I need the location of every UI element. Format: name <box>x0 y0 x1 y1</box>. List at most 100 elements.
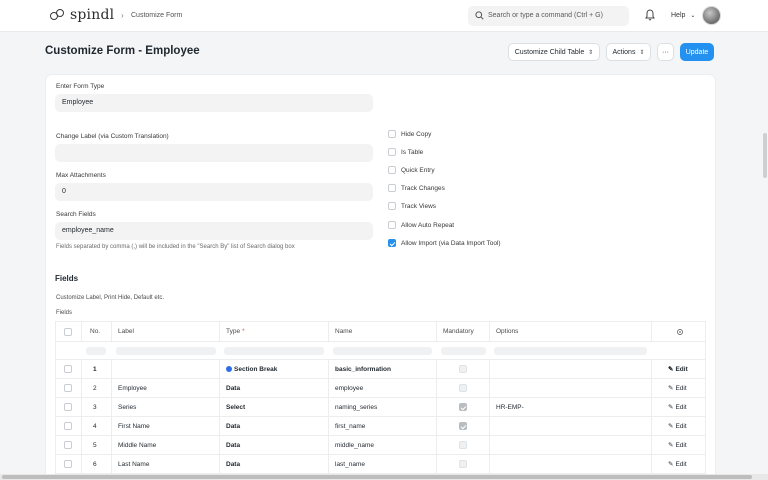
row-type[interactable]: Data <box>219 379 328 397</box>
row-edit[interactable]: ✎ Edit <box>651 436 707 454</box>
form-type-input[interactable]: Employee <box>55 94 373 112</box>
row-name[interactable]: employee <box>328 379 436 397</box>
settings-icon[interactable] <box>676 328 684 336</box>
row-name[interactable]: first_name <box>328 417 436 435</box>
row-edit[interactable]: ✎ Edit <box>651 360 707 378</box>
fields-section-title: Fields <box>55 274 79 283</box>
horizontal-scrollbar[interactable] <box>0 474 768 480</box>
select-all-checkbox[interactable] <box>64 327 72 336</box>
check-hide-copy[interactable]: Hide Copy <box>388 130 431 138</box>
search-bar[interactable]: Search or type a command (Ctrl + G) <box>468 6 629 26</box>
table-row[interactable]: 1 Section Break basic_information ✎ Edit <box>55 360 706 379</box>
table-row[interactable]: 5 Middle Name Data middle_name ✎ Edit <box>55 436 706 455</box>
navbar: spindl › Customize Form Search or type a… <box>0 0 768 32</box>
mandatory-checkbox[interactable] <box>459 384 467 392</box>
filter-no[interactable] <box>86 347 106 355</box>
filter-label[interactable] <box>116 347 216 355</box>
check-allow-import[interactable]: Allow Import (via Data Import Tool) <box>388 239 501 247</box>
search-fields-hint: Fields separated by comma (,) will be in… <box>56 244 295 250</box>
more-options-button[interactable]: ··· <box>657 43 674 61</box>
checkbox[interactable] <box>388 202 396 210</box>
row-type[interactable]: Data <box>219 436 328 454</box>
table-row[interactable]: 2 Employee Data employee ✎ Edit <box>55 379 706 398</box>
row-checkbox[interactable] <box>64 365 72 373</box>
checkbox[interactable] <box>388 130 396 138</box>
mandatory-checkbox-checked[interactable] <box>459 422 467 430</box>
fields-section-subtitle: Customize Label, Print Hide, Default etc… <box>56 295 165 301</box>
mandatory-checkbox[interactable] <box>459 441 467 449</box>
check-track-changes[interactable]: Track Changes <box>388 184 445 192</box>
check-label: Hide Copy <box>401 130 432 138</box>
row-edit[interactable]: ✎ Edit <box>651 455 707 473</box>
row-label[interactable]: Middle Name <box>111 436 219 454</box>
row-type[interactable]: Section Break <box>219 360 328 378</box>
checkbox[interactable] <box>388 221 396 229</box>
row-options[interactable] <box>489 417 651 435</box>
check-quick-entry[interactable]: Quick Entry <box>388 166 435 174</box>
filter-name[interactable] <box>333 347 432 355</box>
edit-label: Edit <box>675 422 687 430</box>
table-row[interactable]: 4 First Name Data first_name ✎ Edit <box>55 417 706 436</box>
row-options[interactable] <box>489 379 651 397</box>
row-type[interactable]: Data <box>219 455 328 473</box>
table-row[interactable]: 3 Series Select naming_series HR-EMP- ✎ E… <box>55 398 706 417</box>
col-mandatory: Mandatory <box>436 322 489 341</box>
row-options[interactable] <box>489 436 651 454</box>
checkbox[interactable] <box>388 184 396 192</box>
row-checkbox[interactable] <box>64 403 72 411</box>
row-label[interactable]: Last Name <box>111 455 219 473</box>
row-name[interactable]: naming_series <box>328 398 436 416</box>
breadcrumb-customize-form[interactable]: Customize Form <box>131 12 182 19</box>
row-type[interactable]: Data <box>219 417 328 435</box>
customize-child-table-button[interactable]: Customize Child Table ⇕ <box>508 43 600 61</box>
vertical-scrollbar[interactable] <box>762 33 768 474</box>
row-name[interactable]: basic_information <box>328 360 436 378</box>
row-checkbox[interactable] <box>64 460 72 468</box>
actions-button[interactable]: Actions ⇕ <box>606 43 651 61</box>
row-checkbox[interactable] <box>64 422 72 430</box>
update-button[interactable]: Update <box>680 43 714 61</box>
row-type-text: Section Break <box>234 365 278 373</box>
change-label-input[interactable] <box>55 144 373 162</box>
avatar[interactable] <box>702 6 721 25</box>
check-is-table[interactable]: Is Table <box>388 148 423 156</box>
row-edit[interactable]: ✎ Edit <box>651 417 707 435</box>
row-options[interactable]: HR-EMP- <box>489 398 651 416</box>
logo-icon <box>50 8 68 22</box>
check-track-views[interactable]: Track Views <box>388 202 436 210</box>
table-row[interactable]: 6 Last Name Data last_name ✎ Edit <box>55 455 706 474</box>
row-edit[interactable]: ✎ Edit <box>651 379 707 397</box>
row-label[interactable]: Series <box>111 398 219 416</box>
scrollbar-thumb[interactable] <box>2 475 752 479</box>
row-type[interactable]: Select <box>219 398 328 416</box>
checkbox-checked[interactable] <box>388 239 396 247</box>
row-options[interactable] <box>489 455 651 473</box>
bell-icon[interactable] <box>645 9 655 21</box>
brand-logo[interactable]: spindl <box>50 7 114 23</box>
row-checkbox[interactable] <box>64 441 72 449</box>
filter-type[interactable] <box>224 347 324 355</box>
mandatory-checkbox[interactable] <box>459 460 467 468</box>
checkbox[interactable] <box>388 148 396 156</box>
row-edit[interactable]: ✎ Edit <box>651 398 707 416</box>
filter-mandatory[interactable] <box>441 347 486 355</box>
col-label: Label <box>111 322 219 341</box>
scrollbar-thumb[interactable] <box>763 133 767 178</box>
row-name[interactable]: last_name <box>328 455 436 473</box>
row-options[interactable] <box>489 360 651 378</box>
checkbox[interactable] <box>388 166 396 174</box>
check-allow-auto-repeat[interactable]: Allow Auto Repeat <box>388 221 454 229</box>
row-label[interactable]: First Name <box>111 417 219 435</box>
filter-options[interactable] <box>494 347 647 355</box>
mandatory-checkbox[interactable] <box>459 365 467 373</box>
actions-label: Actions <box>612 48 636 56</box>
row-label[interactable]: Employee <box>111 379 219 397</box>
row-checkbox[interactable] <box>64 384 72 392</box>
row-name[interactable]: middle_name <box>328 436 436 454</box>
max-attachments-input[interactable]: 0 <box>55 183 373 201</box>
help-dropdown[interactable]: Help ⌄ <box>671 12 695 19</box>
row-label[interactable] <box>111 360 219 378</box>
search-fields-input[interactable]: employee_name <box>55 222 373 240</box>
col-settings[interactable] <box>651 322 707 341</box>
mandatory-checkbox-checked[interactable] <box>459 403 467 411</box>
